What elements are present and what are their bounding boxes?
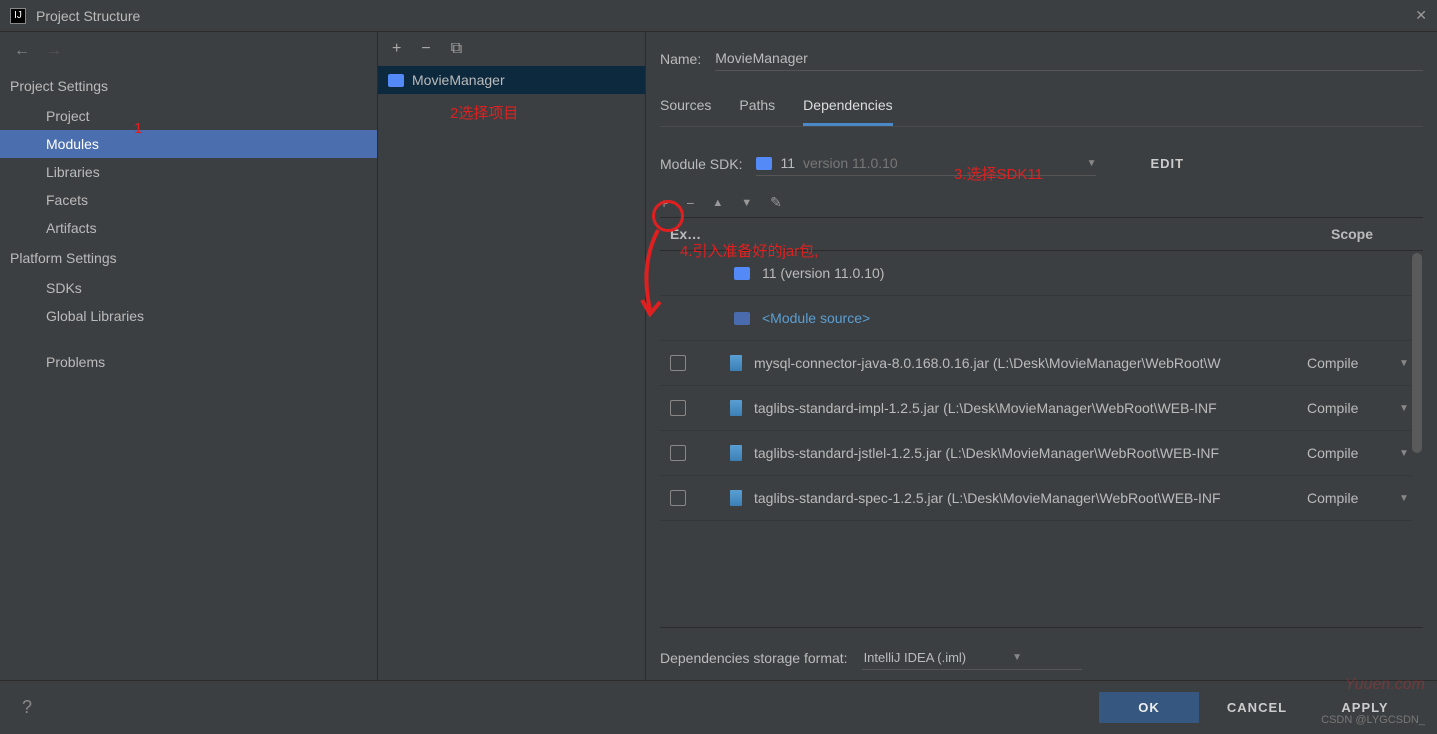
- section-project-settings: Project Settings: [0, 70, 377, 102]
- copy-module-icon[interactable]: ⧉: [451, 40, 462, 58]
- export-checkbox[interactable]: [670, 400, 686, 416]
- ok-button[interactable]: OK: [1099, 692, 1199, 723]
- sidebar-item-problems[interactable]: Problems: [0, 348, 377, 376]
- app-icon: IJ: [10, 8, 26, 24]
- sdk-version: version 11.0.10: [803, 155, 898, 171]
- jar-icon: [730, 445, 742, 461]
- folder-icon: [734, 312, 750, 325]
- export-checkbox[interactable]: [670, 445, 686, 461]
- sidebar-item-libraries[interactable]: Libraries: [0, 158, 377, 186]
- tab-paths[interactable]: Paths: [739, 91, 775, 126]
- add-dep-icon[interactable]: +: [660, 195, 668, 211]
- cancel-button[interactable]: CANCEL: [1207, 692, 1307, 723]
- csdn-credit: CSDN @LYGCSDN_: [1321, 714, 1425, 726]
- chevron-down-icon: ▼: [1012, 652, 1022, 663]
- nav-back-icon[interactable]: ←: [14, 42, 30, 60]
- module-list-item[interactable]: MovieManager: [378, 66, 645, 94]
- left-panel: ← → Project Settings Project Modules Lib…: [0, 32, 378, 680]
- folder-icon: [734, 267, 750, 280]
- chevron-down-icon: ▼: [1087, 158, 1097, 169]
- dep-row-module-source[interactable]: <Module source>: [660, 296, 1423, 341]
- middle-panel: + − ⧉ MovieManager: [378, 32, 646, 680]
- scope-value[interactable]: Compile: [1307, 445, 1387, 461]
- sdk-name: 11: [780, 155, 795, 171]
- storage-format-select[interactable]: IntelliJ IDEA (.iml) ▼: [862, 646, 1082, 670]
- module-sdk-label: Module SDK:: [660, 156, 742, 172]
- remove-module-icon[interactable]: −: [421, 40, 430, 58]
- move-up-icon[interactable]: ▲: [712, 197, 723, 209]
- jar-icon: [730, 355, 742, 371]
- dep-row-jar[interactable]: taglibs-standard-jstlel-1.2.5.jar (L:\De…: [660, 431, 1423, 476]
- dependencies-list: 11 (version 11.0.10) <Module source> mys…: [660, 251, 1423, 627]
- name-input[interactable]: [715, 46, 1423, 71]
- section-platform-settings: Platform Settings: [0, 242, 377, 274]
- close-icon[interactable]: ✕: [1415, 7, 1427, 24]
- dep-row-jar[interactable]: taglibs-standard-spec-1.2.5.jar (L:\Desk…: [660, 476, 1423, 521]
- dep-row-jar[interactable]: mysql-connector-java-8.0.168.0.16.jar (L…: [660, 341, 1423, 386]
- tab-sources[interactable]: Sources: [660, 91, 711, 126]
- edit-dep-icon[interactable]: ✎: [770, 194, 782, 211]
- scope-value[interactable]: Compile: [1307, 490, 1387, 506]
- remove-dep-icon[interactable]: −: [686, 195, 694, 211]
- dep-row-jar[interactable]: taglibs-standard-impl-1.2.5.jar (L:\Desk…: [660, 386, 1423, 431]
- right-panel: Name: Sources Paths Dependencies Module …: [646, 32, 1437, 680]
- export-checkbox[interactable]: [670, 355, 686, 371]
- sidebar-item-facets[interactable]: Facets: [0, 186, 377, 214]
- edit-sdk-button[interactable]: EDIT: [1150, 156, 1184, 171]
- window-title: Project Structure: [36, 8, 140, 24]
- scope-header: Scope: [1331, 226, 1413, 242]
- footer: ? OK CANCEL APPLY: [0, 680, 1437, 734]
- storage-format-label: Dependencies storage format:: [660, 650, 848, 666]
- export-checkbox[interactable]: [670, 490, 686, 506]
- sidebar-item-global-libraries[interactable]: Global Libraries: [0, 302, 377, 330]
- nav-forward-icon[interactable]: →: [46, 42, 62, 60]
- module-sdk-select[interactable]: 11 version 11.0.10 ▼: [756, 151, 1096, 176]
- sidebar-item-project[interactable]: Project: [0, 102, 377, 130]
- folder-icon: [388, 74, 404, 87]
- folder-icon: [756, 157, 772, 170]
- scrollbar[interactable]: [1411, 251, 1423, 627]
- titlebar: IJ Project Structure ✕: [0, 0, 1437, 32]
- tab-dependencies[interactable]: Dependencies: [803, 91, 893, 126]
- move-down-icon[interactable]: ▼: [741, 197, 752, 209]
- sidebar-item-artifacts[interactable]: Artifacts: [0, 214, 377, 242]
- help-icon[interactable]: ?: [22, 697, 32, 718]
- scrollbar-thumb[interactable]: [1412, 253, 1422, 453]
- export-header: Ex…: [670, 226, 701, 242]
- jar-icon: [730, 490, 742, 506]
- dep-row-sdk[interactable]: 11 (version 11.0.10): [660, 251, 1423, 296]
- sidebar-item-modules[interactable]: Modules: [0, 130, 377, 158]
- scope-value[interactable]: Compile: [1307, 400, 1387, 416]
- add-module-icon[interactable]: +: [392, 40, 401, 58]
- module-name: MovieManager: [412, 72, 505, 88]
- name-label: Name:: [660, 51, 701, 67]
- watermark: Yuuen.com: [1345, 676, 1425, 694]
- jar-icon: [730, 400, 742, 416]
- scope-value[interactable]: Compile: [1307, 355, 1387, 371]
- sidebar-item-sdks[interactable]: SDKs: [0, 274, 377, 302]
